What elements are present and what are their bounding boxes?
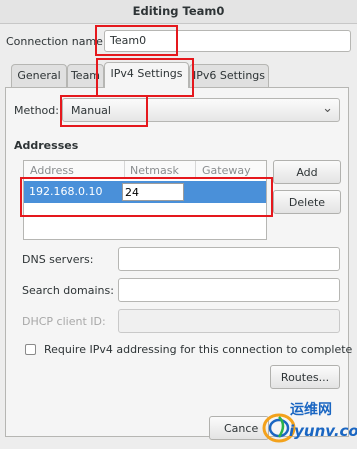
netmask-cell: 24 — [125, 186, 139, 199]
search-domains-input[interactable] — [118, 278, 340, 302]
tab-ipv4-settings[interactable]: IPv4 Settings — [104, 62, 189, 88]
method-value: Manual — [71, 104, 111, 117]
connection-name-value: Team0 — [110, 34, 147, 47]
dns-servers-input[interactable] — [118, 247, 340, 271]
add-button-label: Add — [296, 166, 318, 179]
cancel-button-label: Cance — [224, 422, 259, 435]
watermark-url: iyunv.com — [289, 422, 357, 440]
watermark-logo: 运维网 iyunv.com — [255, 395, 357, 446]
delete-button-label: Delete — [288, 196, 326, 209]
column-header-address[interactable]: Address — [30, 164, 74, 177]
addresses-heading: Addresses — [14, 139, 79, 152]
dns-servers-label: DNS servers: — [22, 253, 94, 266]
tab-ipv4-label: IPv4 Settings — [110, 67, 183, 80]
tab-general-label: General — [17, 69, 61, 82]
method-label: Method: — [14, 104, 59, 117]
connection-name-label: Connection name: — [6, 35, 107, 48]
table-header: Address Netmask Gateway — [24, 161, 266, 179]
address-cell[interactable]: 192.168.0.10 — [29, 185, 102, 198]
tab-team[interactable]: Team — [67, 64, 104, 88]
chevron-down-icon: ⌄ — [322, 101, 333, 116]
addresses-table[interactable]: Address Netmask Gateway 192.168.0.10 24 — [23, 160, 267, 240]
column-divider — [195, 161, 196, 179]
watermark-title: 运维网 — [290, 402, 332, 418]
connection-name-input[interactable]: Team0 — [104, 30, 351, 52]
require-ipv4-label[interactable]: Require IPv4 addressing for this connect… — [44, 343, 352, 356]
require-ipv4-checkbox[interactable] — [25, 344, 36, 355]
routes-button[interactable]: Routes... — [270, 365, 340, 389]
method-dropdown[interactable]: Manual ⌄ — [62, 98, 340, 122]
delete-address-button[interactable]: Delete — [273, 190, 341, 214]
search-domains-label: Search domains: — [22, 284, 114, 297]
dhcp-client-id-value — [119, 310, 339, 316]
dhcp-client-id-label: DHCP client ID: — [22, 315, 106, 328]
add-address-button[interactable]: Add — [273, 160, 341, 184]
tab-team-label: Team — [70, 69, 101, 82]
search-domains-value — [119, 279, 339, 285]
tab-general[interactable]: General — [11, 64, 67, 88]
dhcp-client-id-input — [118, 309, 340, 333]
tab-ipv6-settings[interactable]: IPv6 Settings — [189, 64, 269, 88]
column-header-gateway[interactable]: Gateway — [202, 164, 251, 177]
column-divider — [124, 161, 125, 179]
netmask-cell-editor[interactable]: 24 — [122, 183, 184, 201]
dns-servers-value — [119, 248, 339, 254]
routes-button-label: Routes... — [280, 371, 330, 384]
window-title: Editing Team0 — [132, 4, 225, 18]
table-row[interactable]: 192.168.0.10 24 — [24, 181, 266, 203]
tab-ipv6-label: IPv6 Settings — [193, 69, 265, 82]
column-header-netmask[interactable]: Netmask — [130, 164, 179, 177]
